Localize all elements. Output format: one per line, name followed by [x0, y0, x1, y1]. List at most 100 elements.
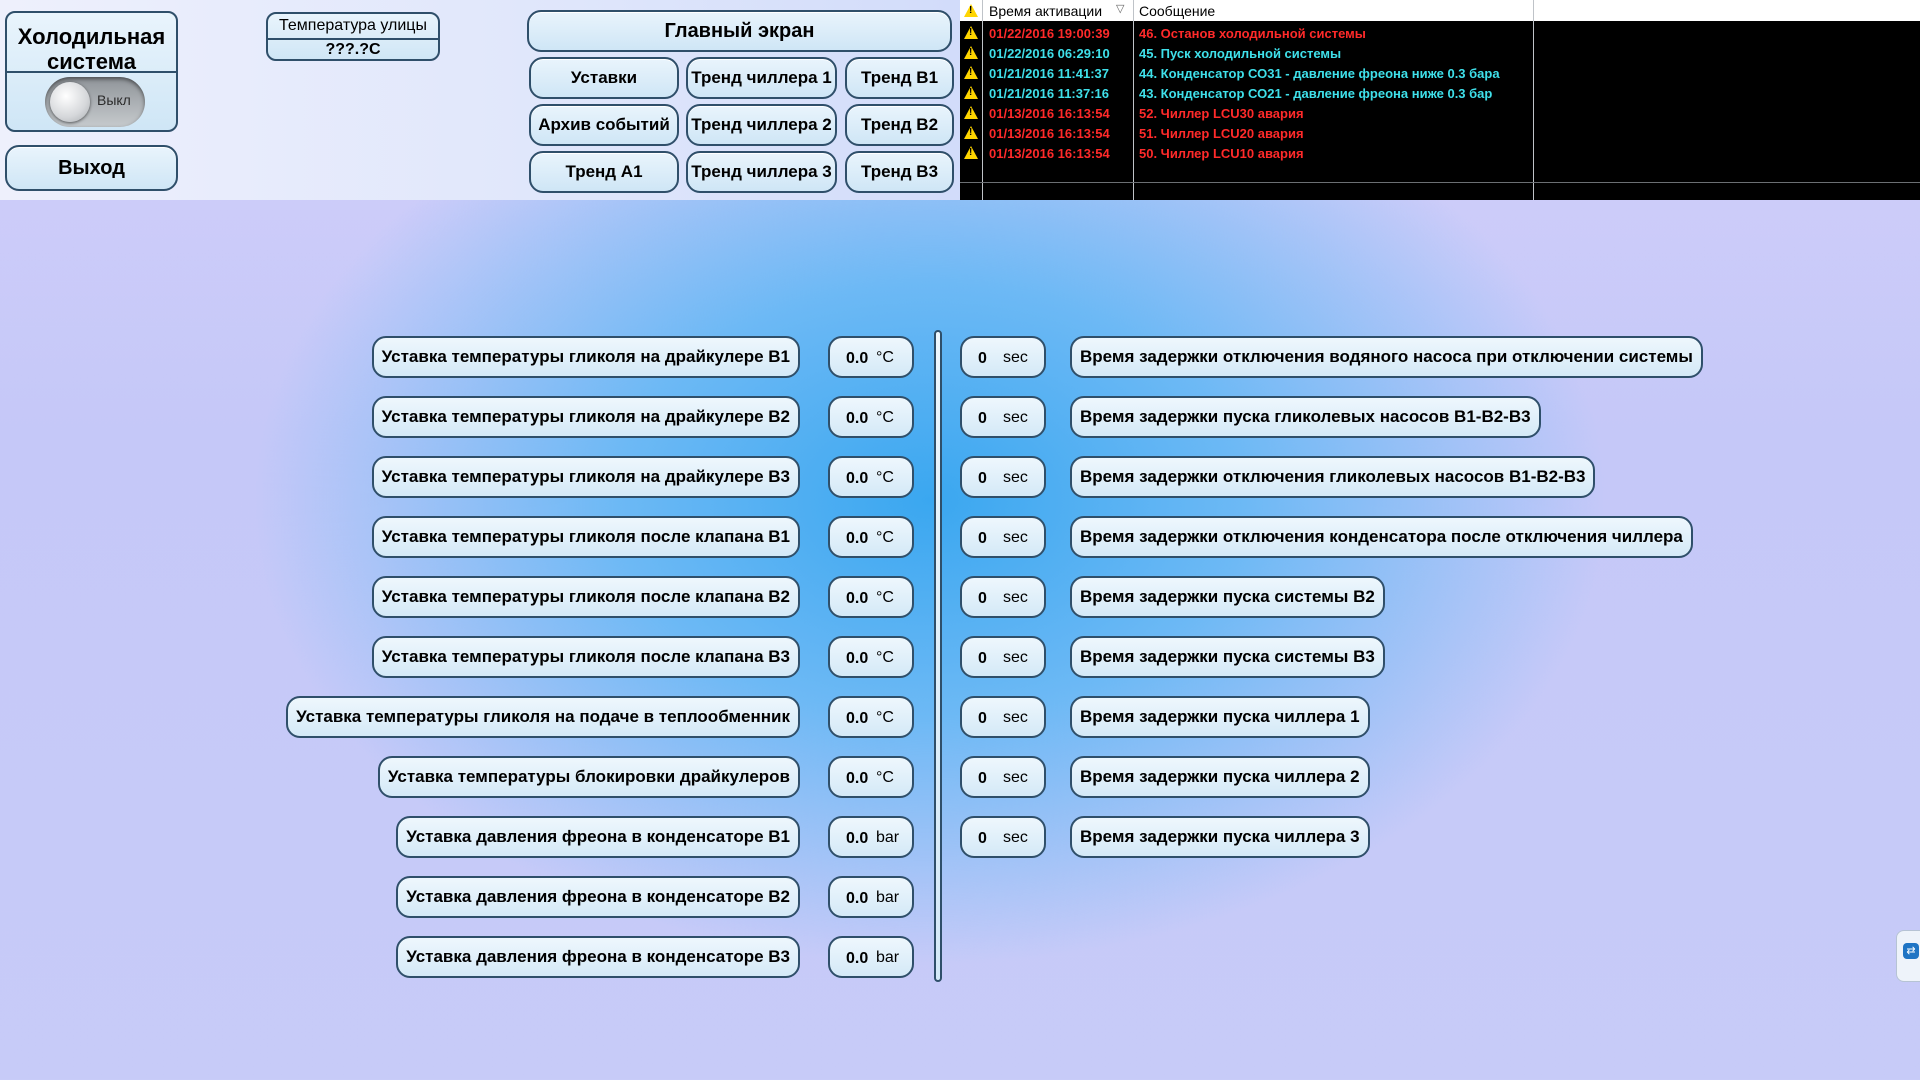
- delay-value-field[interactable]: 0 sec: [960, 456, 1046, 498]
- alarm-row[interactable]: 01/21/2016 11:41:37 44. Конденсатор СО31 …: [960, 64, 1920, 84]
- setpoint-value-field[interactable]: 0.0 °C: [828, 696, 914, 738]
- delay-label: Время задержки пуска чиллера 2: [1070, 756, 1370, 798]
- divider: [268, 38, 438, 40]
- setpoint-value-field[interactable]: 0.0 °C: [828, 336, 914, 378]
- warning-icon: [964, 126, 978, 139]
- delay-value: 0: [978, 650, 987, 667]
- alarm-row[interactable]: 01/22/2016 06:29:10 45. Пуск холодильной …: [960, 44, 1920, 64]
- alarm-list[interactable]: Время активации ▽ Сообщение 01/22/2016 1…: [960, 0, 1920, 200]
- setpoint-value-field[interactable]: 0.0 bar: [828, 816, 914, 858]
- nav-trend-b1-button[interactable]: Тренд B1: [845, 57, 954, 99]
- column-header-time[interactable]: Время активации: [989, 3, 1102, 19]
- alarm-time: 01/21/2016 11:41:37: [989, 66, 1109, 81]
- nav-trend-b2-button[interactable]: Тренд B2: [845, 104, 954, 146]
- nav-chiller2-trend-button[interactable]: Тренд чиллера 2: [686, 104, 837, 146]
- delay-value-field[interactable]: 0 sec: [960, 636, 1046, 678]
- delay-unit: sec: [1003, 589, 1028, 606]
- outdoor-temp-value: ???.?C: [325, 41, 381, 58]
- column-header-message[interactable]: Сообщение: [1139, 3, 1215, 19]
- warning-icon: [964, 46, 978, 59]
- setpoint-value-field[interactable]: 0.0 °C: [828, 576, 914, 618]
- delay-value-field[interactable]: 0 sec: [960, 336, 1046, 378]
- setpoint-value: 0.0: [846, 950, 869, 967]
- alarm-time: 01/13/2016 16:13:54: [989, 106, 1110, 121]
- warning-icon: [964, 4, 978, 17]
- delay-label: Время задержки пуска гликолевых насосов …: [1070, 396, 1541, 438]
- delay-unit: sec: [1003, 829, 1028, 846]
- setpoint-value-field[interactable]: 0.0 bar: [828, 936, 914, 978]
- setpoint-unit: bar: [876, 949, 900, 966]
- exit-button[interactable]: Выход: [5, 145, 178, 191]
- warning-icon: [964, 146, 978, 159]
- delay-unit: sec: [1003, 769, 1028, 786]
- row-divider: [960, 182, 1920, 183]
- alarm-message: 52. Чиллер LCU30 авария: [1139, 106, 1304, 121]
- main-screen-button[interactable]: Главный экран: [527, 10, 952, 52]
- setpoint-value-field[interactable]: 0.0 bar: [828, 876, 914, 918]
- delay-value: 0: [978, 830, 987, 847]
- setpoint-label: Уставка температуры гликоля после клапан…: [371, 576, 800, 618]
- setpoint-value-field[interactable]: 0.0 °C: [828, 756, 914, 798]
- toggle-knob[interactable]: [50, 82, 90, 122]
- setpoint-unit: °C: [876, 409, 894, 426]
- setpoint-label: Уставка температуры гликоля на драйкулер…: [371, 336, 800, 378]
- setpoint-label: Уставка температуры гликоля после клапан…: [371, 636, 800, 678]
- setpoint-unit: bar: [876, 829, 900, 846]
- nav-trend-b3-button[interactable]: Тренд B3: [845, 151, 954, 193]
- setpoint-value-field[interactable]: 0.0 °C: [828, 456, 914, 498]
- setpoint-value-field[interactable]: 0.0 °C: [828, 396, 914, 438]
- setpoint-label: Уставка давления фреона в конденсаторе B…: [396, 876, 800, 918]
- delay-value-field[interactable]: 0 sec: [960, 696, 1046, 738]
- nav-setpoints-button[interactable]: Уставки: [529, 57, 679, 99]
- alarm-message: 50. Чиллер LCU10 авария: [1139, 146, 1304, 161]
- alarm-row[interactable]: 01/21/2016 11:37:16 43. Конденсатор СО21 …: [960, 84, 1920, 104]
- setpoint-value: 0.0: [846, 890, 869, 907]
- delay-value-field[interactable]: 0 sec: [960, 756, 1046, 798]
- nav-trend-a1-button[interactable]: Тренд А1: [529, 151, 679, 193]
- setpoint-value: 0.0: [846, 830, 869, 847]
- divider: [7, 71, 176, 73]
- setpoint-value-field[interactable]: 0.0 °C: [828, 516, 914, 558]
- setpoint-label: Уставка давления фреона в конденсаторе B…: [396, 816, 800, 858]
- delay-value-field[interactable]: 0 sec: [960, 516, 1046, 558]
- setpoint-unit: °C: [876, 769, 894, 786]
- alarm-row[interactable]: 01/22/2016 19:00:39 46. Останов холодильн…: [960, 24, 1920, 44]
- delay-label: Время задержки отключения конденсатора п…: [1070, 516, 1693, 558]
- delay-unit: sec: [1003, 529, 1028, 546]
- setpoint-value: 0.0: [846, 590, 869, 607]
- sort-desc-icon[interactable]: ▽: [1116, 2, 1124, 15]
- alarm-row[interactable]: 01/13/2016 16:13:54 50. Чиллер LCU10 авар…: [960, 144, 1920, 164]
- delay-unit: sec: [1003, 349, 1028, 366]
- delay-value: 0: [978, 770, 987, 787]
- setpoint-unit: bar: [876, 889, 900, 906]
- alarm-row[interactable]: 01/13/2016 16:13:54 51. Чиллер LCU20 авар…: [960, 124, 1920, 144]
- delay-unit: sec: [1003, 409, 1028, 426]
- delay-value-field[interactable]: 0 sec: [960, 576, 1046, 618]
- nav-event-archive-button[interactable]: Архив событий: [529, 104, 679, 146]
- delay-label: Время задержки отключения гликолевых нас…: [1070, 456, 1596, 498]
- setpoint-value: 0.0: [846, 770, 869, 787]
- delay-value-field[interactable]: 0 sec: [960, 396, 1046, 438]
- warning-icon: [964, 86, 978, 99]
- delay-value-field[interactable]: 0 sec: [960, 816, 1046, 858]
- delay-value: 0: [978, 530, 987, 547]
- setpoint-label: Уставка температуры гликоля на подаче в …: [286, 696, 800, 738]
- setpoint-value: 0.0: [846, 710, 869, 727]
- nav-chiller3-trend-button[interactable]: Тренд чиллера 3: [686, 151, 837, 193]
- setpoint-unit: °C: [876, 589, 894, 606]
- setpoint-label: Уставка температуры гликоля на драйкулер…: [371, 456, 800, 498]
- setpoint-unit: °C: [876, 709, 894, 726]
- setpoint-unit: °C: [876, 529, 894, 546]
- alarm-time: 01/13/2016 16:13:54: [989, 126, 1110, 141]
- delay-value: 0: [978, 710, 987, 727]
- setpoint-unit: °C: [876, 469, 894, 486]
- setpoint-value-field[interactable]: 0.0 °C: [828, 636, 914, 678]
- nav-chiller1-trend-button[interactable]: Тренд чиллера 1: [686, 57, 837, 99]
- system-toggle[interactable]: Выкл: [45, 77, 145, 127]
- alarm-row[interactable]: 01/13/2016 16:13:54 52. Чиллер LCU30 авар…: [960, 104, 1920, 124]
- system-control-box: Холодильная система Выкл: [5, 11, 178, 132]
- remote-support-icon[interactable]: ⇄: [1896, 930, 1920, 982]
- alarm-message: 45. Пуск холодильной системы: [1139, 46, 1342, 61]
- setpoint-label: Уставка температуры гликоля на драйкулер…: [371, 396, 800, 438]
- setpoint-label: Уставка температуры гликоля после клапан…: [371, 516, 800, 558]
